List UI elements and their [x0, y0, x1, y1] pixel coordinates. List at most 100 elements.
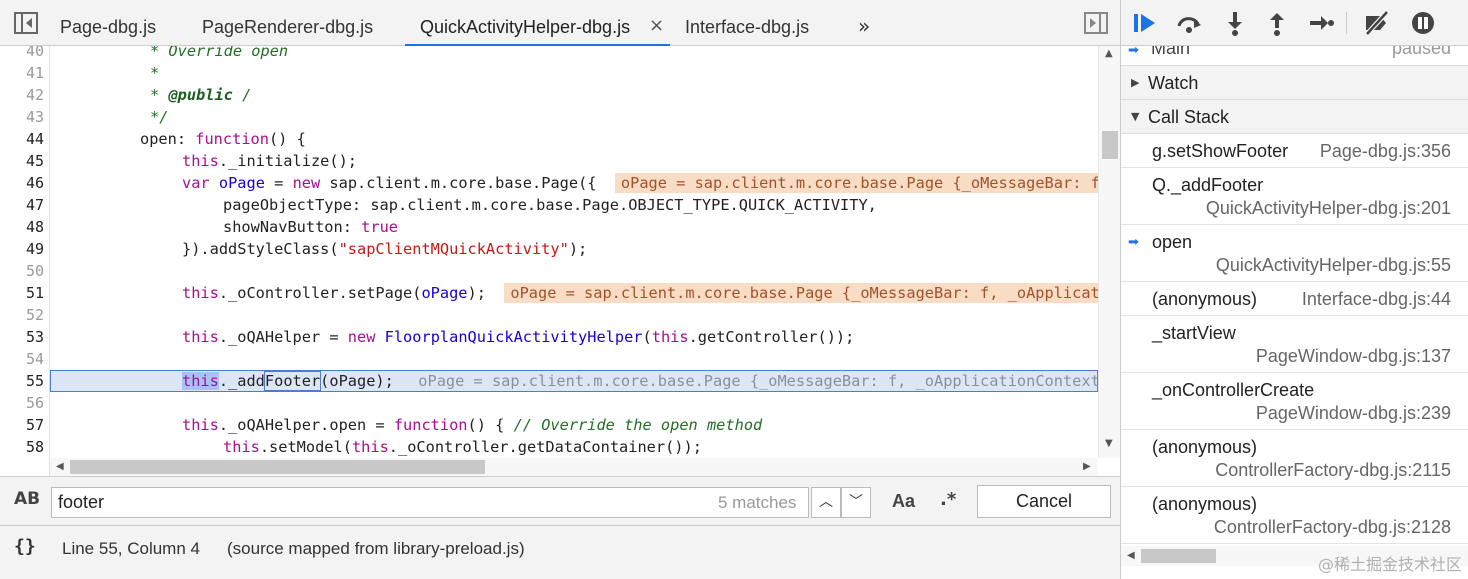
scrollbar-thumb[interactable] [1102, 131, 1118, 159]
match-case-button[interactable]: Aa [892, 491, 915, 512]
tab-quickactivityhelper-dbg[interactable]: QuickActivityHelper-dbg.js [405, 0, 670, 46]
call-frame[interactable]: _onControllerCreate PageWindow-dbg.js:23… [1121, 373, 1468, 430]
call-frame[interactable]: Q._addFooter QuickActivityHelper-dbg.js:… [1121, 168, 1468, 225]
previous-match-button[interactable]: ︿ [811, 487, 841, 518]
debugger-toolbar [1121, 0, 1468, 46]
scrollbar-thumb[interactable] [1141, 549, 1216, 563]
line-number[interactable]: 58 [0, 436, 44, 458]
code-editor[interactable]: 40 41 42 43 44 45 46 47 48 49 50 51 52 5… [0, 46, 1098, 458]
code-line-51: this._oController.setPage(oPage); oPage … [182, 282, 1098, 304]
scroll-right-icon[interactable]: ▶ [1083, 461, 1091, 472]
frame-location[interactable]: QuickActivityHelper-dbg.js:201 [1206, 198, 1451, 219]
frame-location[interactable]: QuickActivityHelper-dbg.js:55 [1216, 255, 1451, 276]
frame-location[interactable]: Interface-dbg.js:44 [1302, 289, 1451, 310]
status-bar: {} Line 55, Column 4 (source mapped from… [0, 526, 1120, 579]
scrollbar-thumb[interactable] [70, 460, 485, 474]
line-number[interactable]: 43 [0, 106, 44, 128]
line-number[interactable]: 41 [0, 62, 44, 84]
line-number[interactable]: 48 [0, 216, 44, 238]
code-line-40: * Override open [150, 46, 289, 60]
code-line-48: showNavButton: true [223, 218, 398, 236]
line-number[interactable]: 50 [0, 260, 44, 282]
code-line-46: var oPage = new sap.client.m.core.base.P… [182, 172, 1098, 194]
code-horizontal-scrollbar[interactable]: ◀ ▶ [50, 458, 1098, 476]
frame-location[interactable]: PageWindow-dbg.js:239 [1256, 403, 1451, 424]
search-match-highlight: Footer [263, 371, 322, 391]
inline-value-opage[interactable]: oPage = sap.client.m.core.base.Page {_oM… [412, 371, 1098, 391]
toolbar-divider [1346, 12, 1347, 34]
watch-section-header[interactable]: ▶ Watch [1121, 66, 1468, 100]
call-frame[interactable]: g.setShowFooter Page-dbg.js:356 [1121, 134, 1468, 168]
frame-location[interactable]: ControllerFactory-dbg.js:2115 [1215, 460, 1451, 481]
inline-value-opage[interactable]: oPage = sap.client.m.core.base.Page {_oM… [504, 283, 1098, 303]
scroll-down-icon[interactable]: ▼ [1105, 438, 1113, 449]
line-number[interactable]: 49 [0, 238, 44, 260]
pretty-print-icon[interactable]: {} [14, 536, 36, 557]
current-thread-icon: ➡ [1128, 46, 1139, 58]
deactivate-breakpoints-icon[interactable] [1363, 10, 1391, 36]
frame-function: g.setShowFooter [1152, 141, 1289, 161]
frame-function: (anonymous) [1152, 289, 1258, 309]
line-number[interactable]: 53 [0, 326, 44, 348]
pause-on-exceptions-icon[interactable] [1409, 10, 1437, 36]
step-out-icon[interactable] [1263, 10, 1291, 36]
code-line-44: open: function() { [140, 130, 306, 148]
line-number[interactable]: 52 [0, 304, 44, 326]
replace-toggle-icon[interactable]: AB [14, 489, 40, 509]
line-number[interactable]: 46 [0, 172, 44, 194]
frame-function: (anonymous) [1152, 437, 1258, 457]
cancel-button[interactable]: Cancel [977, 485, 1111, 518]
current-frame-icon: ➡ [1128, 234, 1139, 249]
source-map-info[interactable]: (source mapped from library-preload.js) [227, 539, 525, 559]
chevron-up-icon: ︿ [819, 494, 833, 510]
collapse-triangle-icon: ▼ [1131, 110, 1140, 123]
match-count: 5 matches [718, 493, 797, 512]
call-frame[interactable]: _startView PageWindow-dbg.js:137 [1121, 316, 1468, 373]
tab-page-dbg[interactable]: Page-dbg.js [60, 0, 156, 46]
line-number[interactable]: 57 [0, 414, 44, 436]
code-line-55: this._addFooter(oPage); oPage = sap.clie… [182, 370, 1098, 392]
scroll-up-icon[interactable]: ▲ [1105, 48, 1113, 59]
scroll-left-icon[interactable]: ◀ [56, 461, 64, 472]
code-line-47: pageObjectType: sap.client.m.core.base.P… [223, 196, 877, 214]
frame-location[interactable]: ControllerFactory-dbg.js:2128 [1214, 517, 1451, 538]
code-vertical-scrollbar[interactable]: ▲ ▼ [1098, 46, 1120, 458]
tab-pagerenderer-dbg[interactable]: PageRenderer-dbg.js [202, 0, 373, 46]
code-line-49: }).addStyleClass("sapClientMQuickActivit… [182, 240, 588, 258]
scroll-left-icon[interactable]: ◀ [1127, 550, 1135, 561]
call-frame-current[interactable]: ➡ open QuickActivityHelper-dbg.js:55 [1121, 225, 1468, 282]
toggle-debugger-sidebar-icon[interactable] [1084, 12, 1108, 34]
toggle-navigator-icon[interactable] [14, 12, 38, 34]
line-number[interactable]: 56 [0, 392, 44, 414]
more-tabs-icon[interactable]: » [858, 0, 870, 52]
call-frame[interactable]: (anonymous) ControllerFactory-dbg.js:212… [1121, 487, 1468, 544]
step-into-icon[interactable] [1221, 10, 1249, 36]
inline-value-opage[interactable]: oPage = sap.client.m.core.base.Page {_oM… [614, 173, 1098, 193]
regex-button[interactable]: .* [940, 489, 956, 510]
thread-main[interactable]: ➡ Main paused [1121, 46, 1468, 66]
next-match-button[interactable]: ﹀ [841, 487, 871, 518]
call-frame[interactable]: (anonymous) Interface-dbg.js:44 [1121, 282, 1468, 316]
call-frame[interactable]: (anonymous) ControllerFactory-dbg.js:211… [1121, 430, 1468, 487]
resume-icon[interactable] [1131, 10, 1159, 36]
call-stack-section-header[interactable]: ▼ Call Stack [1121, 100, 1468, 134]
frame-location[interactable]: PageWindow-dbg.js:137 [1256, 346, 1451, 367]
line-number[interactable]: 44 [0, 128, 44, 150]
line-number[interactable]: 51 [0, 282, 44, 304]
frame-function: open [1152, 232, 1193, 252]
search-input[interactable] [51, 487, 809, 518]
line-number[interactable]: 42 [0, 84, 44, 106]
step-icon[interactable] [1307, 10, 1335, 36]
thread-name: Main [1151, 46, 1191, 58]
line-number[interactable]: 45 [0, 150, 44, 172]
line-number-gutter[interactable]: 40 41 42 43 44 45 46 47 48 49 50 51 52 5… [0, 46, 50, 458]
line-number[interactable]: 40 [0, 46, 44, 62]
close-tab-icon[interactable]: × [649, 0, 664, 52]
tab-interface-dbg[interactable]: Interface-dbg.js [685, 0, 809, 46]
section-title: Call Stack [1148, 107, 1230, 127]
step-over-icon[interactable] [1175, 10, 1203, 36]
frame-location[interactable]: Page-dbg.js:356 [1320, 141, 1451, 162]
line-number-current[interactable]: 55 [0, 370, 44, 392]
line-number[interactable]: 47 [0, 194, 44, 216]
line-number[interactable]: 54 [0, 348, 44, 370]
